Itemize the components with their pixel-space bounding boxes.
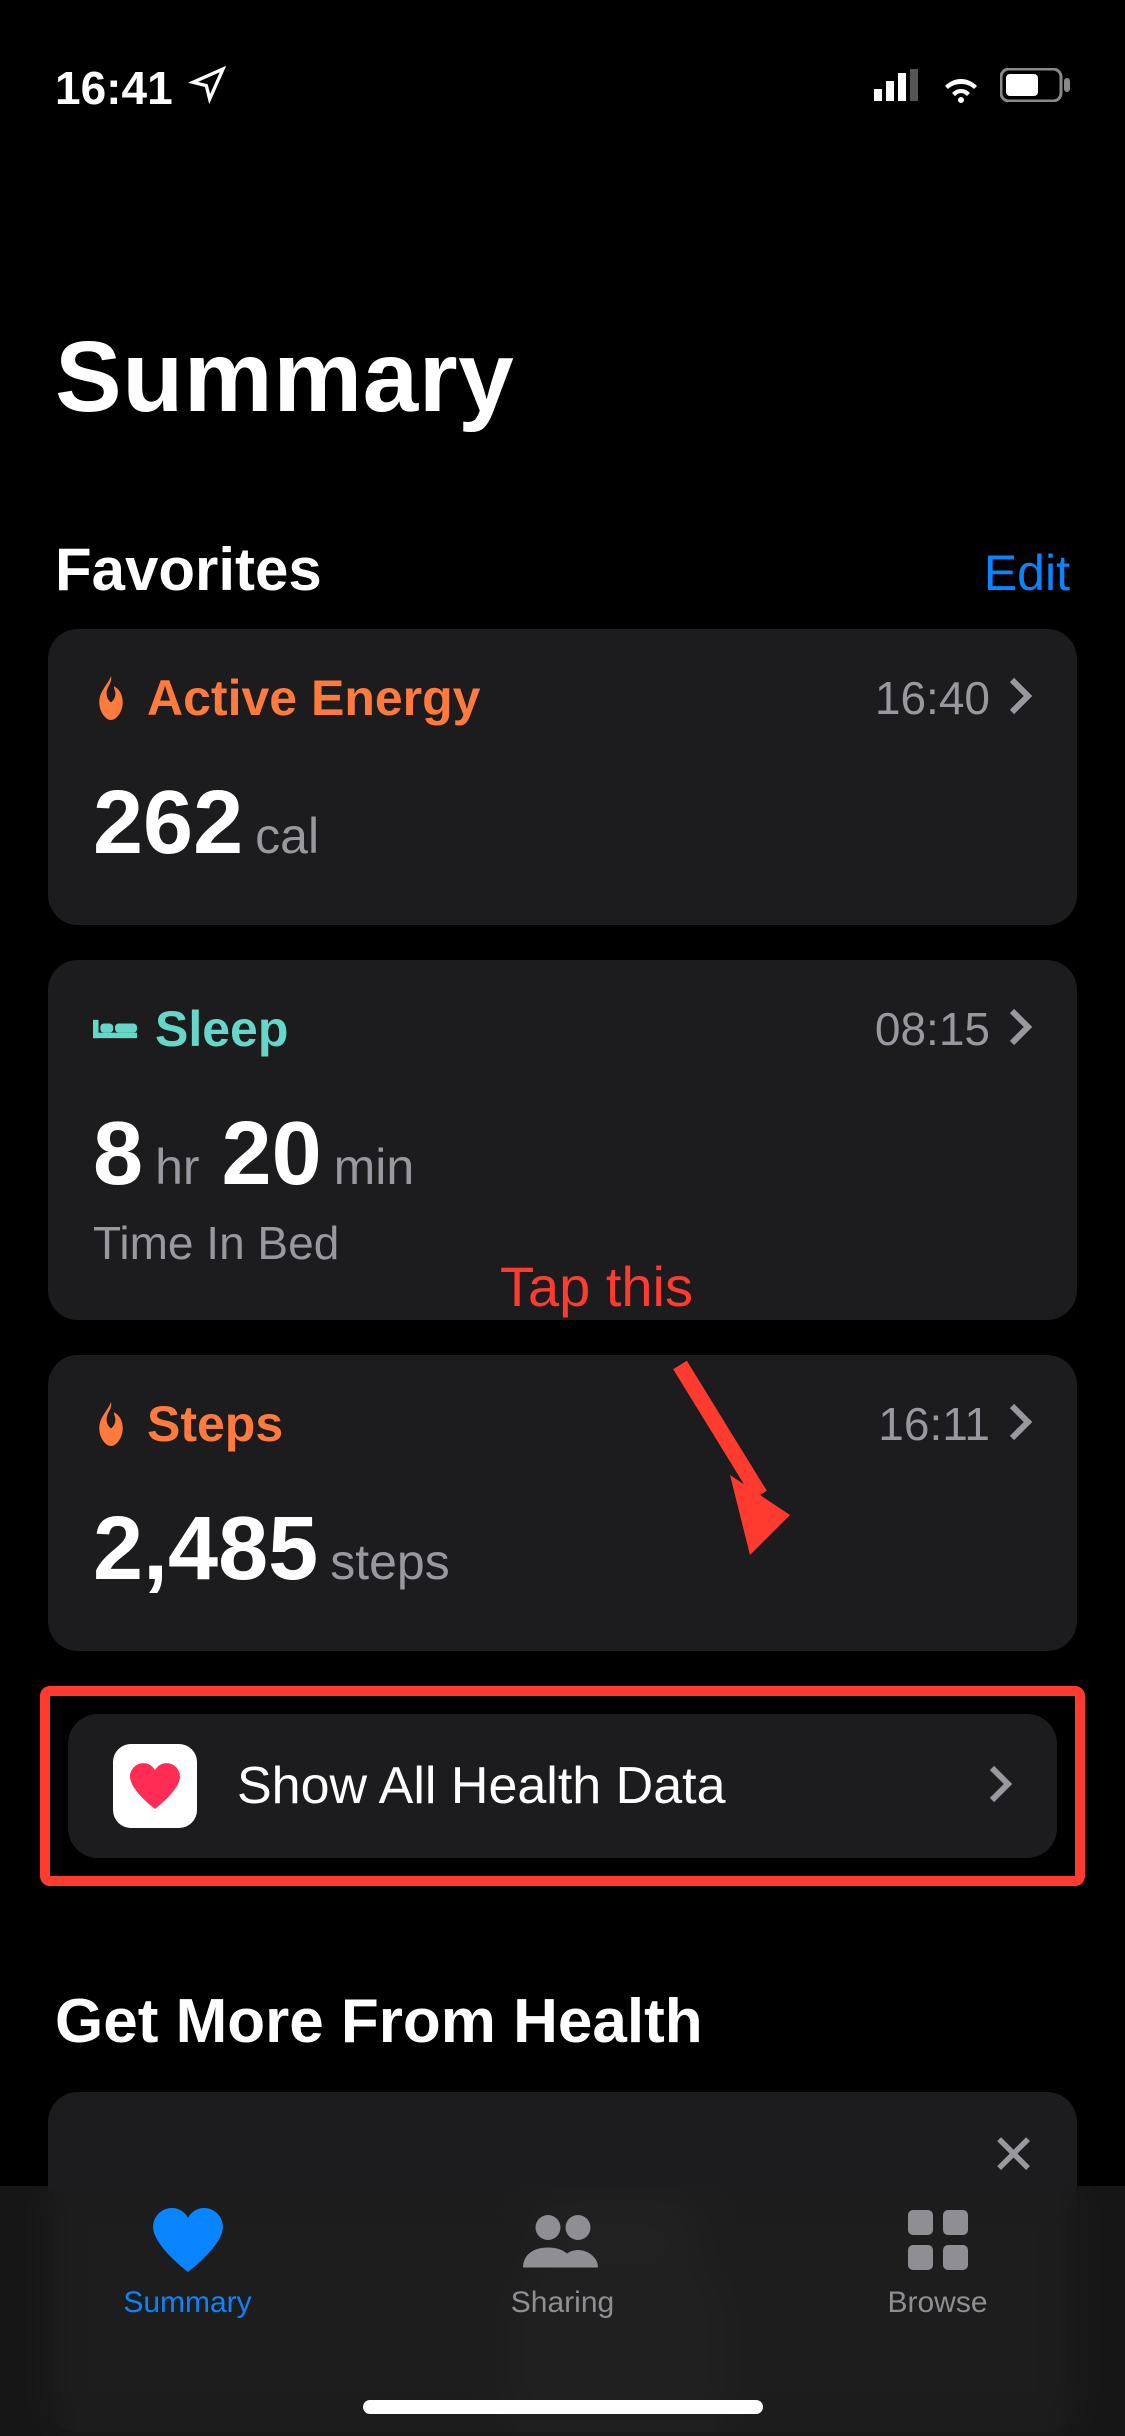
tab-label: Sharing [511, 2286, 614, 2320]
get-more-title: Get More From Health [0, 1886, 1125, 2092]
page-title: Summary [0, 130, 1125, 435]
metric-value: 2,485 [93, 1498, 318, 1601]
chevron-right-icon [1008, 676, 1032, 721]
tab-browse[interactable]: Browse [750, 2206, 1125, 2320]
people-icon [523, 2206, 603, 2274]
show-all-health-data-row[interactable]: Show All Health Data [68, 1714, 1057, 1858]
annotation-highlight-box: Show All Health Data [40, 1686, 1085, 1886]
status-bar: 16:41 [0, 0, 1125, 130]
card-time: 16:11 [878, 1397, 990, 1451]
card-steps[interactable]: Steps 16:11 2,485 steps [48, 1355, 1077, 1651]
metric-unit: cal [255, 807, 319, 865]
tab-summary[interactable]: Summary [0, 2206, 375, 2320]
card-time: 16:40 [875, 671, 990, 725]
show-all-label: Show All Health Data [237, 1756, 948, 1816]
tab-bar: Summary Sharing Browse [0, 2186, 1125, 2436]
status-time: 16:41 [55, 61, 173, 115]
flame-icon [93, 1402, 129, 1446]
cellular-signal-icon [874, 68, 922, 107]
card-sleep[interactable]: Sleep 08:15 8 hr 20 min Time In Bed [48, 960, 1077, 1320]
metric-subtext: Time In Bed [93, 1216, 1032, 1270]
flame-icon [93, 676, 129, 720]
card-title: Steps [147, 1395, 283, 1453]
metric-value-2: 20 [222, 1103, 322, 1206]
wifi-icon [937, 67, 985, 108]
card-title: Sleep [155, 1000, 288, 1058]
health-app-icon [113, 1744, 197, 1828]
metric-unit: steps [330, 1533, 450, 1591]
metric-unit: hr [155, 1138, 199, 1196]
metric-value: 262 [93, 772, 243, 875]
favorites-header: Favorites Edit [0, 435, 1125, 629]
edit-button[interactable]: Edit [984, 544, 1070, 602]
battery-icon [1000, 68, 1070, 107]
chevron-right-icon [1008, 1007, 1032, 1052]
heart-icon [153, 2206, 223, 2274]
tab-label: Browse [887, 2286, 987, 2320]
home-indicator[interactable] [363, 2400, 763, 2414]
tab-sharing[interactable]: Sharing [375, 2206, 750, 2320]
chevron-right-icon [988, 1764, 1012, 1809]
location-arrow-icon [188, 61, 228, 115]
tab-label: Summary [123, 2286, 251, 2320]
metric-unit-2: min [334, 1138, 415, 1196]
close-icon[interactable]: ✕ [990, 2122, 1037, 2188]
card-active-energy[interactable]: Active Energy 16:40 262 cal [48, 629, 1077, 925]
chevron-right-icon [1008, 1402, 1032, 1447]
favorites-title: Favorites [55, 535, 322, 604]
card-time: 08:15 [875, 1002, 990, 1056]
card-title: Active Energy [147, 669, 480, 727]
bed-icon [93, 1013, 137, 1045]
metric-value: 8 [93, 1103, 143, 1206]
grid-icon [908, 2206, 968, 2274]
